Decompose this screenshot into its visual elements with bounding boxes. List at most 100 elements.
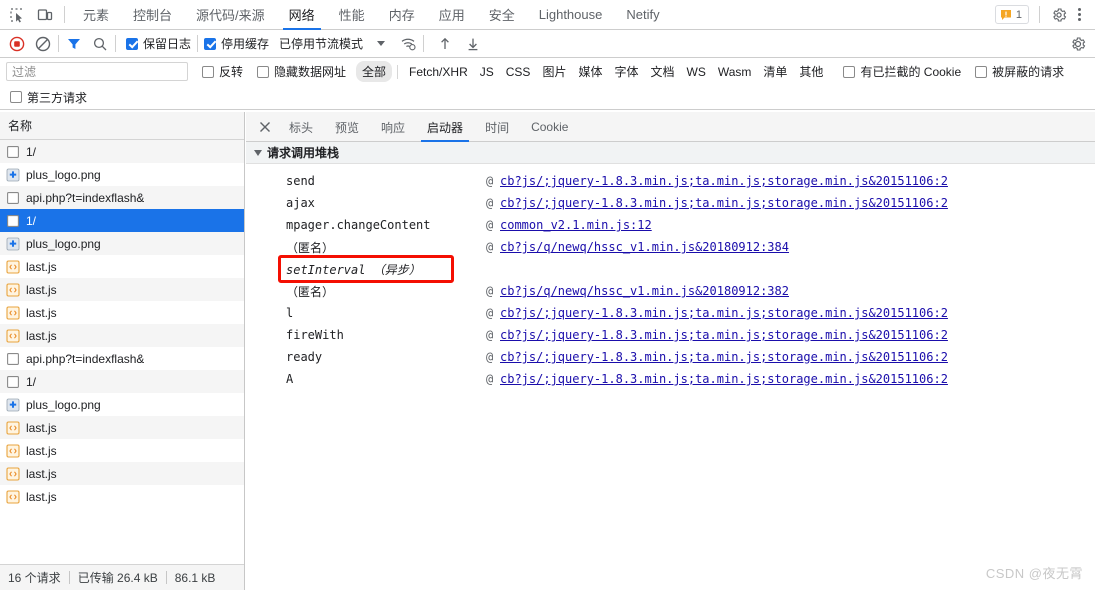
tab-elements[interactable]: 元素 <box>71 0 121 30</box>
tab-response[interactable]: 响应 <box>370 112 416 142</box>
type-filter-fetch-xhr[interactable]: Fetch/XHR <box>403 63 474 81</box>
call-stack-at-symbol: @ <box>486 306 494 320</box>
request-row[interactable]: 1/ <box>0 370 244 393</box>
tab-lighthouse[interactable]: Lighthouse <box>527 0 615 30</box>
tab-sources[interactable]: 源代码/来源 <box>184 0 277 30</box>
call-stack-at-symbol: @ <box>486 196 494 210</box>
blocked-cookies-checkbox-box <box>843 65 856 78</box>
blocked-requests-checkbox[interactable]: 被屏蔽的请求 <box>975 63 1064 80</box>
call-stack-frame: fireWith @ cb?js/;jquery-1.8.3.min.js;ta.m… <box>246 324 1095 346</box>
call-stack-source-link[interactable]: cb?js/;jquery-1.8.3.min.js;ta.min.js;sto… <box>500 306 948 320</box>
type-filter-all[interactable]: 全部 <box>356 61 393 82</box>
request-row[interactable]: last.js <box>0 416 244 439</box>
tab-headers[interactable]: 标头 <box>278 112 324 142</box>
call-stack-at-symbol: @ <box>486 372 494 386</box>
blocked-requests-checkbox-box <box>975 65 988 78</box>
request-row[interactable]: last.js <box>0 462 244 485</box>
network-conditions-icon[interactable] <box>399 35 417 53</box>
request-row[interactable]: 1/ <box>0 209 244 232</box>
request-row[interactable]: plus_logo.png <box>0 393 244 416</box>
export-har-icon[interactable] <box>464 35 482 53</box>
tab-timing[interactable]: 时间 <box>474 112 520 142</box>
image-icon <box>6 168 20 181</box>
call-stack-source-link[interactable]: cb?js/;jquery-1.8.3.min.js;ta.min.js;sto… <box>500 196 948 210</box>
tab-performance[interactable]: 性能 <box>327 0 377 30</box>
tab-label: 安全 <box>488 8 515 23</box>
blocked-cookies-checkbox[interactable]: 有已拦截的 Cookie <box>843 63 961 80</box>
tab-console[interactable]: 控制台 <box>121 0 184 30</box>
request-row[interactable]: last.js <box>0 278 244 301</box>
request-row[interactable]: 1/ <box>0 140 244 163</box>
request-row[interactable]: last.js <box>0 439 244 462</box>
tab-application[interactable]: 应用 <box>427 0 477 30</box>
close-icon[interactable] <box>252 112 278 141</box>
call-stack-source-link[interactable]: common_v2.1.min.js:12 <box>500 218 652 232</box>
request-row[interactable]: plus_logo.png <box>0 163 244 186</box>
document-icon <box>7 145 19 158</box>
request-call-stack-title: 请求调用堆栈 <box>267 146 340 160</box>
filter-icon[interactable] <box>65 35 83 53</box>
network-settings-gear-icon[interactable] <box>1069 35 1087 53</box>
request-list-header[interactable]: 名称 <box>0 112 244 140</box>
clear-network-log-icon[interactable] <box>34 35 52 53</box>
preserve-log-checkbox[interactable]: 保留日志 <box>126 35 191 52</box>
request-row[interactable]: api.php?t=indexflash& <box>0 347 244 370</box>
hide-data-urls-checkbox[interactable]: 隐藏数据网址 <box>257 63 346 80</box>
tab-label: 应用 <box>438 8 465 23</box>
search-icon[interactable] <box>91 35 109 53</box>
request-row[interactable]: last.js <box>0 301 244 324</box>
inspect-element-icon[interactable] <box>8 6 26 24</box>
throttle-select-label[interactable]: 已停用节流模式 <box>279 35 363 52</box>
device-toolbar-icon[interactable] <box>36 6 54 24</box>
call-stack-function-name: fireWith <box>286 328 344 342</box>
request-row[interactable]: api.php?t=indexflash& <box>0 186 244 209</box>
type-filter-img[interactable]: 图片 <box>536 61 572 82</box>
tab-cookies[interactable]: Cookie <box>520 112 579 142</box>
tab-memory[interactable]: 内存 <box>377 0 427 30</box>
type-filter-doc[interactable]: 文档 <box>644 61 680 82</box>
call-stack-function-name: ajax <box>286 196 315 210</box>
type-filter-manifest[interactable]: 清单 <box>757 61 793 82</box>
call-stack-source-link[interactable]: cb?js/;jquery-1.8.3.min.js;ta.min.js;sto… <box>500 328 948 342</box>
chevron-down-icon[interactable] <box>377 41 386 46</box>
call-stack-source-link[interactable]: cb?js/;jquery-1.8.3.min.js;ta.min.js;sto… <box>500 372 948 386</box>
request-row[interactable]: last.js <box>0 255 244 278</box>
request-row[interactable]: last.js <box>0 485 244 508</box>
call-stack-function-name: ready <box>286 350 323 364</box>
invert-checkbox[interactable]: 反转 <box>202 63 243 80</box>
tab-initiator[interactable]: 启动器 <box>416 112 474 142</box>
third-party-checkbox[interactable]: 第三方请求 <box>10 89 87 106</box>
script-icon <box>6 466 20 481</box>
devtools-tabbar: 元素 控制台 源代码/来源 网络 性能 内存 应用 安全 Lighthouse … <box>0 0 1095 30</box>
gear-icon[interactable] <box>1050 6 1068 24</box>
import-har-icon[interactable] <box>436 35 454 53</box>
disable-cache-checkbox[interactable]: 停用缓存 <box>204 35 269 52</box>
call-stack-source-link[interactable]: cb?js/q/newq/hssc_v1.min.js&20180912:384 <box>500 240 789 254</box>
request-call-stack-header[interactable]: 请求调用堆栈 <box>246 142 1095 164</box>
tab-netify[interactable]: Netify <box>614 0 671 30</box>
type-filter-wasm[interactable]: Wasm <box>712 63 758 81</box>
type-filter-other[interactable]: 其他 <box>793 61 829 82</box>
status-request-count: 16 个请求 <box>8 571 61 585</box>
filter-input[interactable] <box>6 62 188 81</box>
call-stack-function-name: send <box>286 174 315 188</box>
type-filter-ws[interactable]: WS <box>681 63 712 81</box>
type-filter-font[interactable]: 字体 <box>608 61 644 82</box>
type-filter-css[interactable]: CSS <box>500 63 537 81</box>
tab-network[interactable]: 网络 <box>277 0 327 30</box>
warning-badge[interactable]: 1 <box>994 5 1029 24</box>
call-stack-source-link[interactable]: cb?js/;jquery-1.8.3.min.js;ta.min.js;sto… <box>500 174 948 188</box>
request-list[interactable]: 1/plus_logo.png api.php?t=indexflash& 1/pl… <box>0 140 244 564</box>
tab-security[interactable]: 安全 <box>477 0 527 30</box>
type-filter-media[interactable]: 媒体 <box>572 61 608 82</box>
tab-label: 元素 <box>83 8 110 23</box>
request-row[interactable]: plus_logo.png <box>0 232 244 255</box>
tab-preview[interactable]: 预览 <box>324 112 370 142</box>
call-stack-frame: （匿名） @ cb?js/q/newq/hssc_v1.min.js&2018091… <box>246 236 1095 258</box>
call-stack-source-link[interactable]: cb?js/;jquery-1.8.3.min.js;ta.min.js;sto… <box>500 350 948 364</box>
record-stop-icon[interactable] <box>8 35 26 53</box>
type-filter-js[interactable]: JS <box>474 63 500 81</box>
request-row[interactable]: last.js <box>0 324 244 347</box>
kebab-menu-icon[interactable] <box>1072 5 1087 24</box>
call-stack-source-link[interactable]: cb?js/q/newq/hssc_v1.min.js&20180912:382 <box>500 284 789 298</box>
